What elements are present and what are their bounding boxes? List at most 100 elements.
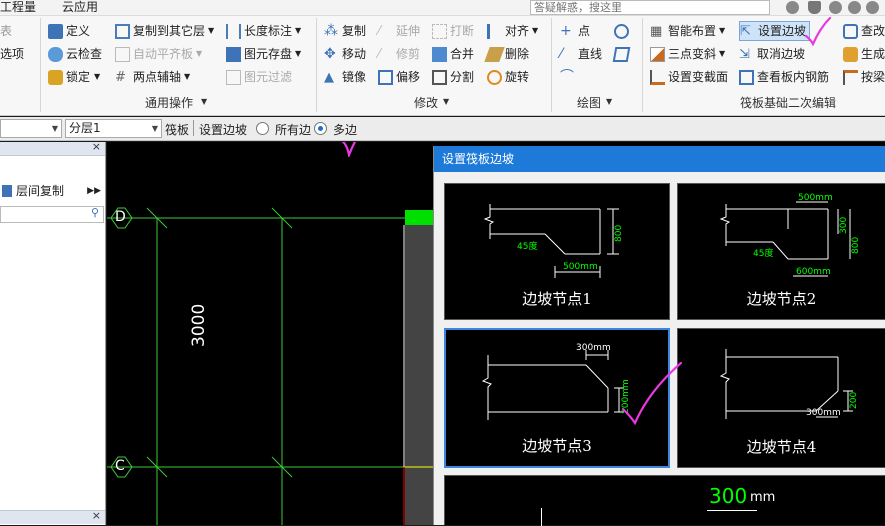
annotation-checkmark	[621, 361, 683, 426]
auto-flush-slab-button: 自动平齐板 ▼	[115, 44, 202, 64]
query-button[interactable]: 查改	[843, 21, 885, 41]
radio-multi-edges-label[interactable]: 多边	[333, 121, 357, 138]
radio-multi-edges[interactable]	[314, 122, 327, 135]
chevron-down-icon: ▼	[208, 26, 215, 35]
slope-node-label-2: 边坡节点2	[746, 290, 817, 308]
close-icon[interactable]: ×	[92, 140, 101, 153]
ribbon: 表 选项 定义 云检查 锁定 ▼ 复制到其它层 ▼ 自动平齐板 ▼ # 两点辅轴 ▼ 长度…	[0, 16, 885, 116]
by-beam-button[interactable]: 按梁	[843, 67, 885, 87]
split-button[interactable]: 分割	[432, 67, 474, 87]
chevron-down-icon: ▼	[606, 97, 613, 106]
node-5-edge	[541, 508, 542, 526]
variable-section-button[interactable]: 设置变截面	[650, 67, 728, 87]
node-5-unit: mm	[750, 490, 776, 505]
separator	[316, 18, 317, 112]
chevron-down-icon: ▼	[51, 124, 58, 133]
search-icon[interactable]: ⚲	[91, 206, 99, 219]
break-button: 打断	[432, 21, 474, 41]
help-icon[interactable]	[866, 1, 879, 14]
two-point-axis-button[interactable]: # 两点辅轴 ▼	[115, 67, 190, 87]
circle-button[interactable]	[614, 21, 632, 41]
copy-icon: ⁂	[324, 22, 338, 39]
menu-tab-quantity[interactable]: 工程量	[0, 0, 36, 15]
svg-text:800: 800	[614, 225, 624, 242]
arc-button[interactable]: ⌒	[560, 67, 578, 87]
chevron-down-icon: ▼	[295, 49, 302, 58]
delete-button[interactable]: 删除	[484, 44, 529, 64]
slope-node-card-5[interactable]: 300 mm	[444, 475, 885, 526]
group-label-raft: 筏板基础二次编辑	[740, 96, 837, 110]
save-element-button[interactable]: 图元存盘 ▼	[226, 44, 301, 64]
merge-icon	[432, 46, 447, 62]
point-icon: +	[560, 22, 572, 39]
chevron-down-icon: ▼	[443, 97, 450, 106]
radio-all-edges-label[interactable]: 所有边	[275, 121, 311, 138]
close-icon[interactable]: ×	[92, 509, 101, 522]
svg-text:45度: 45度	[753, 247, 773, 259]
copy-button[interactable]: ⁂ 复制	[324, 21, 366, 41]
floor-combo[interactable]: ▼	[0, 119, 62, 138]
slope-node-label-3: 边坡节点3	[522, 437, 592, 455]
move-button[interactable]: ✥ 移动	[324, 44, 366, 64]
split-icon	[432, 69, 447, 85]
chevron-right-icon: ▶▶	[87, 186, 101, 196]
copy-to-other-layer-button[interactable]: 复制到其它层 ▼	[115, 21, 214, 41]
align-button[interactable]: 对齐 ▼	[487, 21, 538, 41]
svg-text:600mm: 600mm	[796, 267, 831, 277]
rectangle-icon	[612, 46, 631, 62]
rebar-icon	[739, 69, 754, 85]
separator	[642, 18, 643, 112]
smart-layout-button[interactable]: ▦ 智能布置 ▼	[650, 21, 725, 41]
mirror-button[interactable]: ▲ 镜像	[324, 67, 366, 87]
chevron-down-icon: ▼	[532, 26, 539, 35]
line-icon: ⁄	[560, 45, 563, 62]
group-label-draw: 绘图	[577, 96, 602, 110]
slope-node-card-1[interactable]: 800 45度 500mm 边坡节点1	[444, 183, 670, 320]
slope-node-card-4[interactable]: 200 300mm 边坡节点4	[677, 328, 885, 468]
generate-button[interactable]: 生成	[843, 44, 885, 64]
smile-icon[interactable]	[848, 1, 861, 14]
slope-node-card-2[interactable]: 500mm 300 800 45度 600mm 边坡节点2	[677, 183, 885, 320]
point-button[interactable]: + 点	[560, 21, 590, 41]
length-dimension-button[interactable]: 长度标注 ▼	[226, 21, 301, 41]
arc-icon: ⌒	[560, 68, 574, 85]
menu-tab-cloud[interactable]: 云应用	[62, 0, 98, 15]
search-input[interactable]	[530, 0, 770, 15]
cancel-slope-button[interactable]: ⇲ 取消边坡	[739, 44, 805, 64]
panel-search-input[interactable]: ⚲	[0, 206, 104, 223]
offset-button[interactable]: 偏移	[378, 67, 420, 87]
cloud-check-button[interactable]: 云检查	[48, 44, 102, 64]
separator	[551, 18, 552, 112]
dimension-3000: 3000	[189, 303, 209, 347]
extend-icon: ⁄	[378, 23, 381, 39]
rectangle-button[interactable]	[612, 44, 632, 64]
line-button[interactable]: ⁄ 直线	[560, 44, 602, 64]
user-icon[interactable]	[786, 1, 799, 14]
slope-node-label-1: 边坡节点1	[522, 290, 592, 308]
variable-section-icon	[650, 69, 665, 85]
set-slope-button[interactable]: ⇱ 设置边坡	[739, 21, 811, 41]
radio-all-edges[interactable]	[256, 122, 269, 135]
three-point-slope-button[interactable]: 三点变斜 ▼	[650, 44, 725, 64]
define-button[interactable]: 定义	[48, 21, 90, 41]
view-rebar-button[interactable]: 查看板内钢筋	[739, 67, 829, 87]
lock-button[interactable]: 锁定 ▼	[48, 67, 100, 87]
bell-icon[interactable]	[808, 1, 821, 14]
stub-table[interactable]: 表	[0, 21, 12, 41]
rotate-button[interactable]: 旋转	[487, 67, 529, 87]
chevron-down-icon: ▼	[196, 49, 203, 58]
filter-icon	[226, 69, 241, 85]
layer-copy-button[interactable]: 层间复制 ▶▶	[0, 182, 105, 200]
menu-bar: 工程量 云应用	[0, 0, 885, 16]
stub-options[interactable]: 选项	[0, 44, 24, 64]
chat-icon[interactable]	[829, 1, 842, 14]
node-4-diagram: 200 300mm	[719, 349, 859, 419]
node-5-dimension: 300	[709, 484, 748, 508]
cancel-slope-icon: ⇲	[739, 46, 750, 62]
layer-combo[interactable]: 分层1 ▼	[65, 119, 162, 138]
merge-button[interactable]: 合并	[432, 44, 474, 64]
offset-icon	[378, 69, 393, 85]
chevron-down-icon: ▼	[94, 72, 101, 81]
node-2-diagram: 500mm 300 800 45度 600mm	[719, 193, 861, 277]
layer-copy-icon	[2, 185, 12, 197]
